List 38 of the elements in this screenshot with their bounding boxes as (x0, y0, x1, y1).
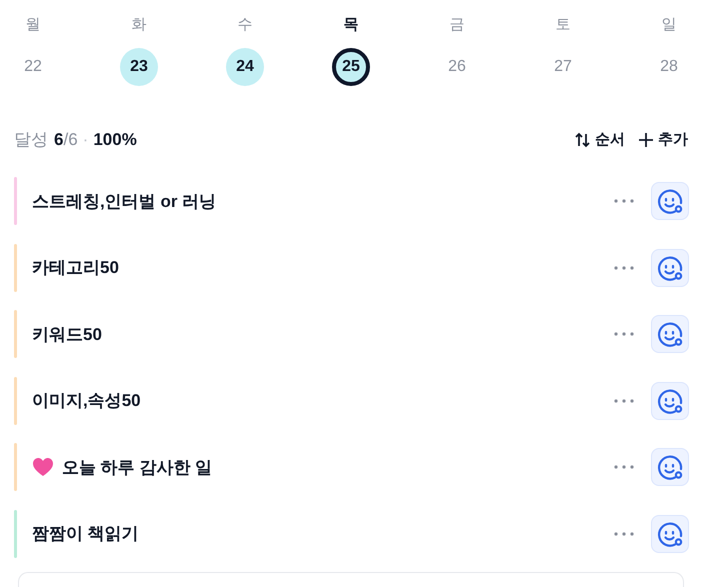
add-button[interactable]: 추가 (637, 130, 688, 149)
more-icon[interactable] (613, 530, 635, 536)
plus-icon (637, 130, 655, 148)
mood-button[interactable] (651, 248, 689, 286)
habit-title: 이미지,속성50 (32, 390, 142, 412)
habit-title: 키워드50 (32, 324, 103, 346)
mood-button[interactable] (651, 514, 689, 552)
sort-icon (574, 130, 592, 148)
sort-button[interactable]: 순서 (574, 130, 625, 149)
mood-button[interactable] (651, 382, 689, 420)
habit-title: 스트레칭,인터벌 or 러닝 (32, 190, 218, 212)
done-count: 6 (54, 130, 64, 150)
weekday-label: 목 (344, 15, 358, 35)
more-icon[interactable] (613, 398, 635, 404)
weekday-label: 토 (556, 15, 570, 35)
mood-button[interactable] (651, 182, 689, 220)
weekday-label: 금 (450, 15, 464, 35)
weekday-label: 화 (132, 15, 146, 35)
habit-title: 카테고리50 (32, 257, 120, 279)
date-button[interactable]: 24 (226, 48, 264, 86)
mood-button[interactable] (651, 448, 689, 486)
total-count: /6 (63, 130, 78, 150)
habit-title: 짬짬이 책읽기 (32, 523, 140, 545)
mood-button[interactable] (651, 315, 689, 353)
more-icon[interactable] (613, 264, 635, 270)
habit-title: 오늘 하루 감사한 일 (62, 456, 214, 478)
weekday-label: 수 (238, 15, 252, 35)
separator: · (82, 130, 88, 150)
date-button[interactable]: 23 (120, 48, 158, 86)
heart-icon (32, 457, 54, 477)
achievement-label: 달성 (14, 129, 48, 151)
percent-text: 100% (93, 130, 137, 150)
more-icon[interactable] (613, 464, 635, 470)
weekday-label: 월 (26, 15, 40, 35)
more-icon[interactable] (613, 331, 635, 337)
weekday-label: 일 (662, 15, 676, 35)
more-icon[interactable] (613, 198, 635, 204)
date-button[interactable]: 25 (332, 48, 370, 86)
